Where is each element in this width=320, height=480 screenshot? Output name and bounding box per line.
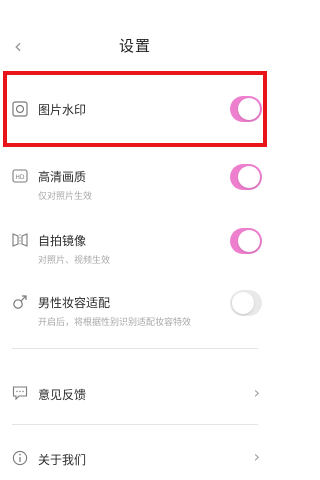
svg-text:HD: HD	[15, 174, 25, 181]
setting-row-male-makeup: 男性妆容适配 开启后，将根据性别识别适配妆容特效	[0, 290, 270, 340]
male-icon	[12, 294, 28, 310]
toggle-knob	[232, 292, 254, 314]
toggle-knob	[238, 166, 260, 188]
chevron-right-icon: ›	[253, 383, 260, 402]
mirror-sub: 对照片、视频生效	[38, 256, 111, 266]
male-makeup-label: 男性妆容适配	[38, 296, 111, 310]
hd-label: 高清画质	[38, 170, 87, 184]
mirror-label: 自拍镜像	[38, 234, 87, 248]
setting-row-hd: HD 高清画质 仅对照片生效	[0, 160, 270, 210]
hd-toggle[interactable]	[230, 164, 262, 190]
male-makeup-toggle[interactable]	[230, 290, 262, 316]
chat-icon	[12, 385, 28, 401]
hd-icon: HD	[12, 168, 28, 184]
link-about[interactable]: 关于我们 ›	[0, 436, 270, 480]
info-icon	[12, 450, 28, 466]
page-title: 设置	[118, 37, 151, 55]
feedback-label: 意见反馈	[38, 388, 87, 402]
mirror-icon	[12, 232, 28, 248]
male-makeup-sub: 开启后，将根据性别识别适配妆容特效	[38, 318, 192, 328]
divider	[12, 348, 258, 349]
toggle-knob	[238, 230, 260, 252]
about-label: 关于我们	[38, 453, 87, 467]
highlight-box	[3, 71, 267, 147]
header-bar: ‹ 设置	[0, 24, 270, 68]
divider	[12, 424, 258, 425]
link-feedback[interactable]: 意见反馈 ›	[0, 370, 270, 418]
chevron-right-icon: ›	[253, 447, 260, 466]
mirror-toggle[interactable]	[230, 228, 262, 254]
hd-sub: 仅对照片生效	[38, 192, 93, 202]
setting-row-mirror: 自拍镜像 对照片、视频生效	[0, 224, 270, 274]
